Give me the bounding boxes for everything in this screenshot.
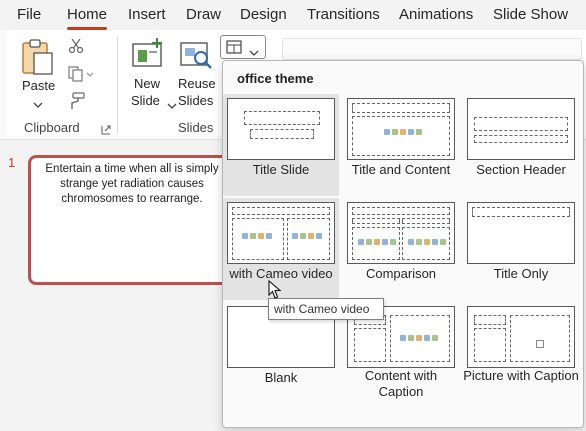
- layout-label: Content with Caption: [364, 368, 438, 399]
- layout-preview: [227, 98, 335, 160]
- slide-thumbnail-text: Entertain a time when all is simply stra…: [45, 163, 219, 205]
- chevron-down-icon: [249, 44, 259, 56]
- layout-preview: [467, 306, 575, 368]
- layout-label: Comparison: [365, 266, 437, 281]
- layout-dropdown-button[interactable]: [220, 35, 266, 59]
- reuse-slides-label-line2[interactable]: Slides: [178, 93, 213, 109]
- chevron-down-icon[interactable]: [167, 97, 177, 109]
- layout-label: Blank: [264, 370, 298, 385]
- tab-home[interactable]: Home: [67, 6, 107, 23]
- layout-gallery: office theme Title Slide Title and Conte…: [222, 60, 584, 428]
- reuse-slides-label-line1[interactable]: Reuse: [178, 76, 216, 92]
- picture-placeholder-icon: [536, 335, 544, 348]
- slide-number: 1: [8, 155, 16, 170]
- layout-picture-with-caption[interactable]: Picture with Caption: [463, 302, 579, 404]
- layout-label: Picture with Caption: [463, 368, 579, 383]
- layout-title-and-content[interactable]: Title and Content: [343, 94, 459, 196]
- chevron-down-icon[interactable]: [33, 96, 43, 108]
- layout-comparison[interactable]: Comparison: [343, 198, 459, 300]
- layout-section-header[interactable]: Section Header: [463, 94, 579, 196]
- clipboard-group-label: Clipboard: [24, 120, 80, 135]
- slides-group-label: Slides: [178, 120, 214, 135]
- tab-draw[interactable]: Draw: [186, 6, 221, 23]
- new-slide-label-line1[interactable]: New: [134, 76, 160, 92]
- layout-icon: [226, 40, 242, 54]
- layout-preview: [347, 98, 455, 160]
- tab-animations[interactable]: Animations: [399, 6, 473, 23]
- gallery-section-title: office theme: [237, 71, 314, 86]
- cut-icon[interactable]: [68, 38, 84, 54]
- new-slide-label-line2[interactable]: Slide: [131, 93, 160, 109]
- dialog-launcher-icon[interactable]: [101, 122, 111, 135]
- paste-icon[interactable]: [20, 38, 54, 76]
- layout-tooltip: with Cameo video: [268, 298, 384, 320]
- font-box-faded: [282, 38, 582, 60]
- slide-thumbnail[interactable]: Entertain a time when all is simply stra…: [28, 155, 236, 285]
- copy-icon[interactable]: [68, 66, 94, 82]
- layout-label: Title and Content: [351, 162, 451, 177]
- layout-preview: [467, 202, 575, 264]
- layout-title-only[interactable]: Title Only: [463, 198, 579, 300]
- format-painter-icon[interactable]: [68, 92, 86, 110]
- layout-label: Title Only: [493, 266, 549, 281]
- layout-preview: [227, 202, 335, 264]
- paste-button[interactable]: Paste: [22, 78, 55, 94]
- mouse-cursor-icon: [268, 279, 282, 305]
- new-slide-icon[interactable]: [131, 38, 167, 68]
- layout-title-slide[interactable]: Title Slide: [223, 94, 339, 196]
- tab-design[interactable]: Design: [240, 6, 287, 23]
- tab-slide-show[interactable]: Slide Show: [493, 6, 568, 23]
- layout-label: Section Header: [476, 162, 566, 177]
- layout-label: Title Slide: [252, 162, 310, 177]
- layout-preview: [467, 98, 575, 160]
- tab-insert[interactable]: Insert: [128, 6, 166, 23]
- tab-transitions[interactable]: Transitions: [307, 6, 380, 23]
- tab-file[interactable]: File: [17, 6, 41, 23]
- group-separator: [117, 36, 118, 134]
- reuse-slides-icon[interactable]: [180, 38, 214, 70]
- layout-preview: [347, 202, 455, 264]
- menu-tab-bar: File Home Insert Draw Design Transitions…: [0, 0, 586, 30]
